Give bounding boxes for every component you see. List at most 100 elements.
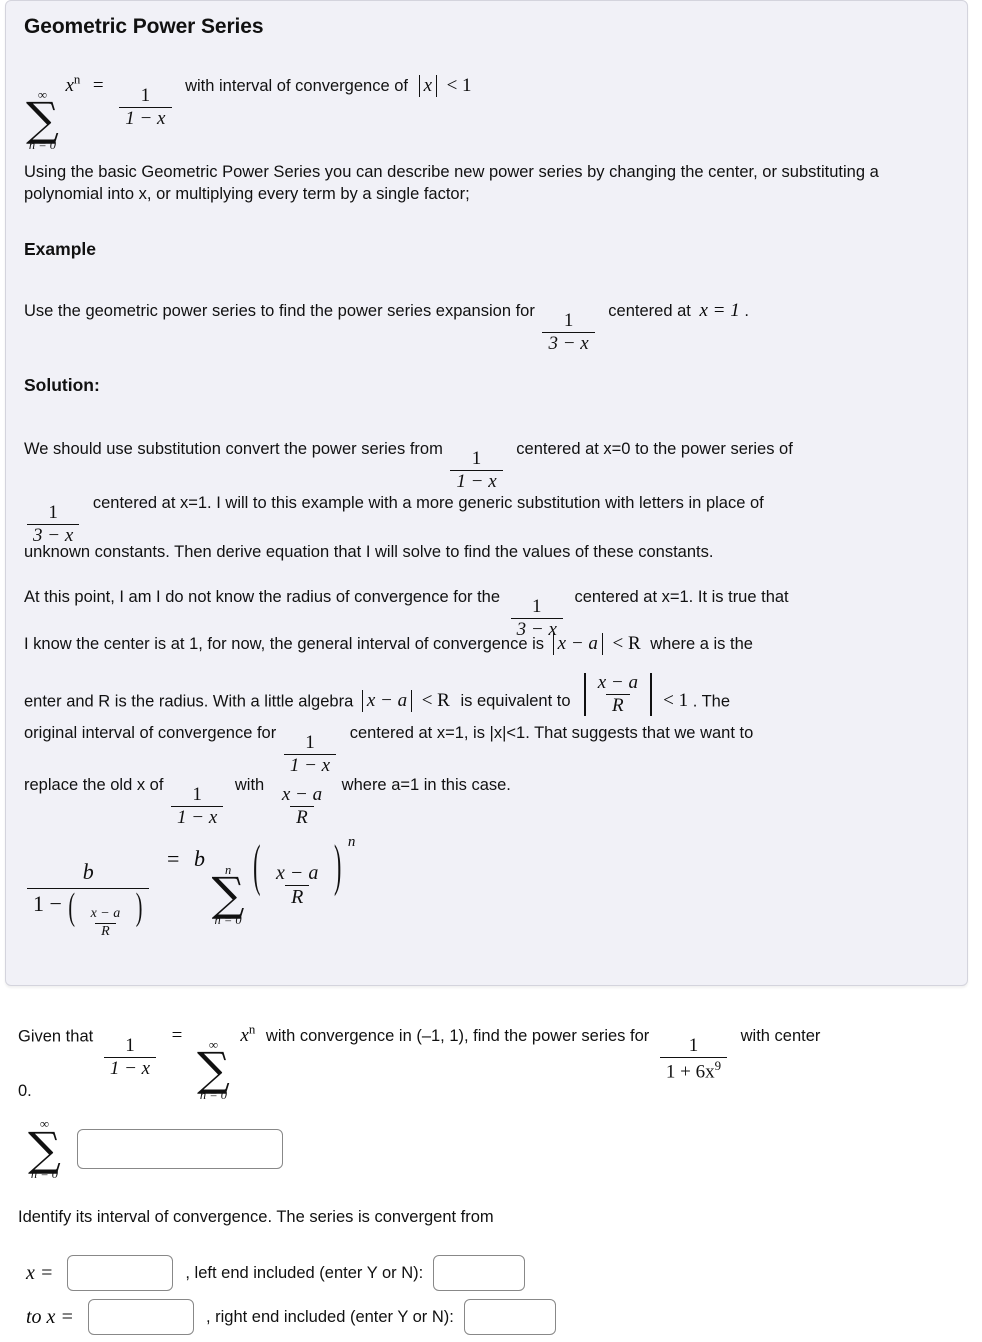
given-text: Given that	[18, 1027, 94, 1046]
solution-fraction-1: 1 1 − x	[450, 447, 503, 492]
left-included-label: , left end included (enter Y or N):	[185, 1263, 424, 1282]
abs-x: x	[418, 75, 437, 98]
solution-fraction-2: 1 3 − x	[27, 501, 80, 546]
example-period: .	[744, 302, 749, 320]
solution-text-c: centered at x=1. I will to this example …	[92, 494, 764, 512]
sigma-glyph: ∑	[26, 92, 59, 147]
radius-text-b: centered at x=1. It is true that	[574, 588, 789, 606]
example-center: x = 1	[699, 300, 740, 321]
center-value: 0.	[18, 1082, 32, 1100]
fraction-numerator: 1	[192, 783, 202, 805]
display-coefficient: b	[194, 845, 206, 871]
lesson-panel: Geometric Power Series ∞ ∑ n = 0 xn = 1 …	[5, 0, 968, 986]
left-paren: (	[68, 886, 76, 929]
equals-sign: =	[92, 75, 104, 97]
abs-bar-right	[649, 673, 652, 716]
intro-paragraph: Using the basic Geometric Power Series y…	[24, 163, 879, 204]
fraction-numerator: x − a	[276, 862, 319, 885]
answer-row: ∞ ∑ n = 0	[26, 1118, 283, 1181]
right-endpoint-row: to x = , right end included (enter Y or …	[26, 1299, 556, 1335]
given-statement: Given that 1 1 − x = ∞ ∑ n = 0 xn with c…	[18, 1022, 820, 1102]
right-paren: )	[135, 886, 143, 929]
radius-inequality-2: < R	[421, 690, 450, 712]
denominator-base: 1 + 6x	[665, 1061, 715, 1083]
replace-text-d: where a=1 in this case.	[341, 776, 511, 794]
fraction-denominator: 1 − x	[283, 753, 337, 776]
radius-line-1: At this point, I am I do not know the ra…	[24, 588, 789, 639]
fraction-denominator: R	[290, 805, 314, 828]
solution-line-2: 1 3 − x centered at x=1. I will to this …	[24, 494, 764, 546]
solution-text-a: We should use substitution convert the p…	[24, 440, 443, 458]
given-mid-text: with convergence in (–1, 1), find the po…	[265, 1027, 650, 1046]
radius-text-a: At this point, I am I do not know the ra…	[24, 588, 501, 606]
fraction-numerator: 1	[48, 501, 58, 523]
fraction-numerator: 1	[688, 1035, 699, 1057]
display-equation: b 1 − ( x − a R ) = b n ∑ n = 0 ( x − a …	[24, 831, 356, 939]
intro-inequality: < 1	[446, 75, 472, 97]
sum-lower-limit: n = 0	[28, 138, 57, 153]
abs-big-fraction: x − a R	[581, 673, 654, 716]
summation-symbol: ∞ ∑ n = 0	[26, 89, 59, 152]
solution-line-1: We should use substitution convert the p…	[24, 440, 793, 492]
radius-inequality-1: < R	[612, 633, 641, 654]
replace-with-text: with	[234, 776, 265, 794]
right-endpoint-input[interactable]	[87, 1299, 194, 1335]
radius-text-g: . The	[692, 692, 731, 711]
display-exponent: n	[347, 834, 356, 850]
fraction-numerator: x − a	[90, 906, 121, 922]
summation-symbol: n ∑ n = 0	[212, 864, 245, 927]
equals-sign: =	[167, 845, 180, 871]
fraction-numerator: 1	[305, 731, 315, 753]
fraction-numerator: 1	[125, 1035, 135, 1057]
left-included-input[interactable]	[433, 1255, 526, 1291]
solution-text-b: centered at x=0 to the power series of	[516, 440, 793, 458]
example-statement: Use the geometric power series to find t…	[24, 301, 749, 353]
series-term: xn	[65, 72, 81, 97]
sigma-glyph: ∑	[196, 1042, 230, 1097]
replace-text-c: replace the old x of	[24, 776, 164, 794]
sum-lower-limit: n = 0	[30, 1167, 59, 1182]
fraction-numerator: 1	[471, 447, 482, 469]
display-inner-fraction: x − a R	[270, 863, 324, 908]
fraction-numerator: x − a	[597, 672, 638, 693]
sigma-glyph: ∑	[28, 1121, 61, 1176]
fraction-denominator: 1 − x	[450, 469, 503, 492]
nested-fraction: x − a R	[85, 907, 127, 939]
display-rhs-group: ( x − a R ) n	[251, 831, 356, 908]
right-endpoint-label: to x =	[26, 1305, 74, 1328]
summation-symbol: ∞ ∑ n = 0	[28, 1118, 61, 1181]
summation-symbol: ∞ ∑ n = 0	[197, 1039, 230, 1102]
interval-prompt: Identify its interval of convergence. Th…	[18, 1208, 494, 1226]
replace-text-b: centered at x=1, is |x|<1. That suggests…	[349, 724, 754, 742]
sigma-glyph: ∑	[211, 867, 245, 922]
example-fraction: 1 3 − x	[542, 309, 595, 354]
series-term: xn	[240, 1022, 256, 1047]
replace-line-1: original interval of convergence for 1 1…	[24, 724, 754, 776]
radius-text-f: is equivalent to	[460, 692, 571, 711]
sum-lower-limit: n = 0	[214, 912, 242, 927]
example-heading: Example	[24, 239, 96, 259]
given-tail-text: with center	[740, 1027, 821, 1046]
fraction-denominator: 1 − ( x − a R )	[27, 886, 150, 939]
fraction-numerator: b	[82, 859, 94, 885]
radius-text-d: where a is the	[650, 635, 753, 653]
denominator-exponent: 9	[714, 1057, 722, 1073]
left-endpoint-input[interactable]	[67, 1255, 174, 1291]
equals-sign: =	[171, 1025, 183, 1047]
fraction-denominator: 1 − x	[119, 106, 172, 129]
radius-text-c: I know the center is at 1, for now, the …	[24, 635, 545, 653]
right-paren: )	[333, 831, 342, 897]
sum-lower-limit: n = 0	[199, 1088, 227, 1103]
radius-text-e: enter and R is the radius. With a little…	[24, 692, 354, 711]
example-text-before: Use the geometric power series to find t…	[24, 302, 535, 320]
page-title: Geometric Power Series	[24, 15, 264, 38]
fraction-numerator: 1	[563, 309, 574, 331]
fraction-numerator: 1	[532, 595, 542, 617]
display-lhs-fraction: b 1 − ( x − a R )	[27, 859, 150, 939]
fraction-denominator: 1 + 6x9	[659, 1056, 728, 1083]
replace-fraction-1: 1 1 − x	[283, 731, 337, 776]
right-included-input[interactable]	[463, 1299, 556, 1335]
target-fraction: 1 1 + 6x9	[659, 1035, 728, 1083]
intro-formula: ∞ ∑ n = 0 xn = 1 1 − x with interval of …	[24, 73, 472, 152]
power-series-answer-input[interactable]	[76, 1129, 283, 1170]
